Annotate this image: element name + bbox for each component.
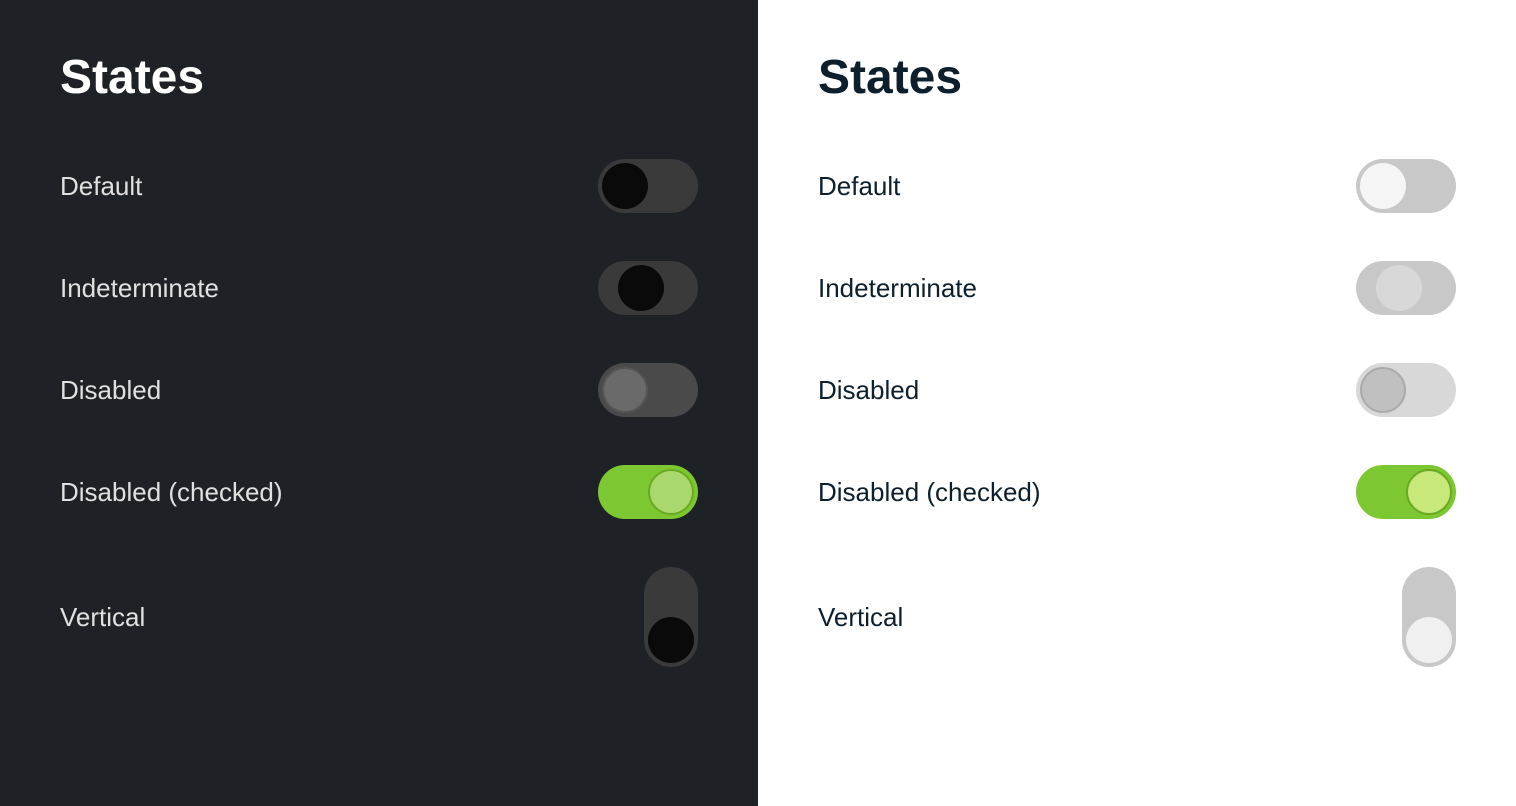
dark-default-toggle-track[interactable]: [598, 159, 698, 213]
dark-disabled-toggle-track: [598, 363, 698, 417]
light-vertical-toggle-thumb: [1406, 617, 1452, 663]
dark-vertical-toggle-track[interactable]: [644, 567, 698, 667]
light-disabled-checked-toggle-thumb: [1406, 469, 1452, 515]
light-vertical-row: Vertical: [818, 543, 1456, 691]
dark-disabled-checked-label: Disabled (checked): [60, 477, 283, 508]
dark-disabled-checked-toggle-thumb: [648, 469, 694, 515]
dark-indeterminate-toggle-track[interactable]: [598, 261, 698, 315]
light-disabled-toggle-track: [1356, 363, 1456, 417]
dark-vertical-toggle-thumb: [648, 617, 694, 663]
dark-disabled-checked-row: Disabled (checked): [60, 441, 698, 543]
dark-default-toggle-thumb: [602, 163, 648, 209]
light-disabled-checked-toggle-track: [1356, 465, 1456, 519]
light-disabled-label: Disabled: [818, 375, 919, 406]
dark-vertical-label: Vertical: [60, 602, 145, 633]
light-default-row: Default: [818, 135, 1456, 237]
light-panel-title: States: [818, 50, 1456, 105]
dark-vertical-row: Vertical: [60, 543, 698, 691]
light-disabled-toggle-container: [1356, 363, 1456, 417]
light-default-toggle-track[interactable]: [1356, 159, 1456, 213]
light-panel: States Default Indeterminate Disabled Di…: [758, 0, 1516, 806]
dark-panel: States Default Indeterminate Disabled Di…: [0, 0, 758, 806]
dark-indeterminate-row: Indeterminate: [60, 237, 698, 339]
light-indeterminate-toggle-track[interactable]: [1356, 261, 1456, 315]
dark-disabled-toggle-container: [598, 363, 698, 417]
dark-indeterminate-toggle-thumb: [618, 265, 664, 311]
light-disabled-row: Disabled: [818, 339, 1456, 441]
light-default-toggle-container[interactable]: [1356, 159, 1456, 213]
dark-default-row: Default: [60, 135, 698, 237]
light-vertical-toggle-container[interactable]: [1402, 567, 1456, 667]
light-default-toggle-thumb: [1360, 163, 1406, 209]
dark-default-label: Default: [60, 171, 142, 202]
light-vertical-toggle-track[interactable]: [1402, 567, 1456, 667]
light-indeterminate-row: Indeterminate: [818, 237, 1456, 339]
light-indeterminate-label: Indeterminate: [818, 273, 977, 304]
dark-disabled-checked-toggle-container: [598, 465, 698, 519]
light-vertical-label: Vertical: [818, 602, 903, 633]
light-disabled-checked-label: Disabled (checked): [818, 477, 1041, 508]
dark-default-toggle-container[interactable]: [598, 159, 698, 213]
light-indeterminate-toggle-container[interactable]: [1356, 261, 1456, 315]
light-disabled-checked-toggle-container: [1356, 465, 1456, 519]
dark-panel-title: States: [60, 50, 698, 105]
light-disabled-toggle-thumb: [1360, 367, 1406, 413]
dark-disabled-row: Disabled: [60, 339, 698, 441]
dark-disabled-toggle-thumb: [602, 367, 648, 413]
dark-indeterminate-toggle-container[interactable]: [598, 261, 698, 315]
dark-disabled-label: Disabled: [60, 375, 161, 406]
dark-indeterminate-label: Indeterminate: [60, 273, 219, 304]
light-disabled-checked-row: Disabled (checked): [818, 441, 1456, 543]
dark-disabled-checked-toggle-track: [598, 465, 698, 519]
light-indeterminate-toggle-thumb: [1376, 265, 1422, 311]
light-default-label: Default: [818, 171, 900, 202]
dark-vertical-toggle-container[interactable]: [644, 567, 698, 667]
